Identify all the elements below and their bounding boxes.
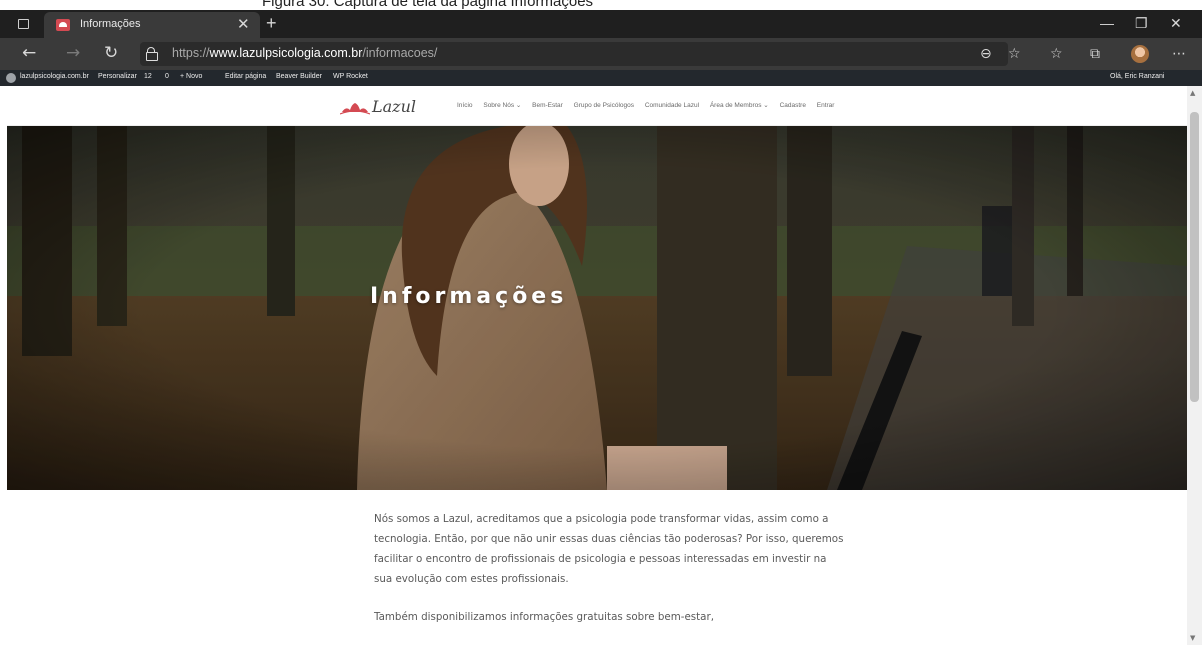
hero-banner: Informações — [7, 126, 1187, 490]
admin-new-link[interactable]: + Novo — [180, 73, 202, 80]
more-menu-icon[interactable]: ⋯ — [1172, 46, 1186, 62]
menu-item-bem-estar[interactable]: Bem-Estar — [532, 102, 563, 109]
wordpress-icon[interactable] — [6, 73, 16, 83]
web-page: Lazul Início Sobre Nós ⌄ Bem-Estar Grupo… — [7, 86, 1187, 645]
new-tab-icon[interactable]: + — [266, 13, 277, 34]
minimize-icon[interactable]: — — [1100, 15, 1114, 31]
intro-paragraph: Nós somos a Lazul, acreditamos que a psi… — [374, 513, 844, 585]
admin-greeting[interactable]: Olá, Eric Ranzani — [1110, 73, 1164, 80]
menu-item-cadastre[interactable]: Cadastre — [780, 102, 806, 109]
site-logo[interactable]: Lazul — [340, 96, 420, 118]
profile-avatar[interactable] — [1131, 45, 1149, 63]
menu-item-inicio[interactable]: Início — [457, 102, 473, 109]
menu-item-comunidade-lazul[interactable]: Comunidade Lazul — [645, 102, 699, 109]
menu-item-sobre-nos[interactable]: Sobre Nós ⌄ — [483, 102, 521, 109]
restore-icon[interactable]: ❐ — [1135, 15, 1148, 32]
add-favorite-icon[interactable]: ☆ — [1008, 46, 1021, 62]
zoom-icon[interactable]: ⊖ — [980, 46, 992, 62]
hero-title: Informações — [370, 284, 568, 309]
lazul-favicon-icon — [56, 19, 70, 31]
page-scrollbar[interactable]: ▲ ▼ — [1187, 86, 1202, 645]
figure-caption: Figura 30: Captura de tela da página Inf… — [0, 0, 1202, 10]
admin-updates-count[interactable]: 12 — [144, 73, 152, 80]
browser-tab-bar: Informações ✕ + — ❐ ✕ — [0, 10, 1202, 38]
admin-comments-count[interactable]: 0 — [165, 73, 169, 80]
menu-item-grupo-de-psicologos[interactable]: Grupo de Psicólogos — [574, 102, 634, 109]
admin-wp-rocket-link[interactable]: WP Rocket — [333, 73, 368, 80]
tab-actions-icon[interactable] — [18, 19, 29, 29]
back-icon[interactable]: ← — [22, 43, 36, 63]
forward-icon[interactable]: → — [66, 43, 80, 63]
browser-address-bar: ← → ↻ https://www.lazulpsicologia.com.br… — [0, 38, 1202, 70]
admin-beaver-builder-link[interactable]: Beaver Builder — [276, 73, 322, 80]
lotus-logo-icon — [340, 103, 370, 115]
close-tab-icon[interactable]: ✕ — [237, 15, 250, 33]
intro-paragraph-2: Também disponibilizamos informações grat… — [374, 611, 714, 623]
url-field[interactable]: https://www.lazulpsicologia.com.br/infor… — [140, 42, 1008, 66]
admin-site-link[interactable]: lazulpsicologia.com.br — [20, 73, 89, 80]
wp-admin-bar: lazulpsicologia.com.br Personalizar 12 0… — [0, 70, 1202, 86]
menu-item-area-de-membros[interactable]: Área de Membros ⌄ — [710, 102, 769, 109]
site-header: Lazul Início Sobre Nós ⌄ Bem-Estar Grupo… — [7, 86, 1187, 126]
main-menu: Início Sobre Nós ⌄ Bem-Estar Grupo de Ps… — [457, 101, 843, 109]
logo-text: Lazul — [372, 97, 417, 116]
scroll-up-icon[interactable]: ▲ — [1190, 89, 1195, 97]
favorites-icon[interactable]: ☆ — [1050, 46, 1063, 62]
hero-photo — [7, 126, 1187, 490]
scroll-down-icon[interactable]: ▼ — [1190, 634, 1195, 642]
tab-title: Informações — [80, 18, 141, 30]
collections-icon[interactable]: ⧉ — [1090, 46, 1100, 62]
scrollbar-thumb[interactable] — [1190, 112, 1199, 402]
url-text: https://www.lazulpsicologia.com.br/infor… — [172, 46, 438, 60]
admin-customize-link[interactable]: Personalizar — [98, 73, 137, 80]
menu-item-entrar[interactable]: Entrar — [817, 102, 835, 109]
figure-caption-text: Figura 30: Captura de tela da página Inf… — [262, 0, 594, 10]
close-window-icon[interactable]: ✕ — [1170, 15, 1182, 32]
admin-edit-page-link[interactable]: Editar página — [225, 73, 266, 80]
lock-icon — [146, 47, 158, 61]
refresh-icon[interactable]: ↻ — [104, 43, 118, 63]
intro-text: Nós somos a Lazul, acreditamos que a psi… — [374, 509, 844, 645]
browser-tab[interactable]: Informações ✕ — [44, 12, 260, 38]
